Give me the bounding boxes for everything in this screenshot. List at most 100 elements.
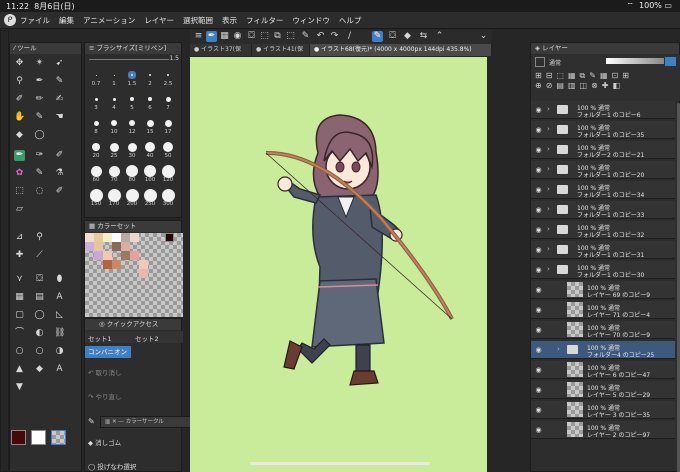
layer-row[interactable]: ◉ › 100 % 通常 フォルダー4 のコピー25: [531, 341, 675, 359]
layer-row[interactable]: ◉ › 100 % 通常 フォルダー1 のコピー34: [531, 181, 675, 199]
color-swatch[interactable]: [94, 233, 103, 242]
chat-tool-icon[interactable]: ◌: [34, 186, 45, 197]
object-tool-icon[interactable]: ➹: [54, 58, 65, 69]
eyedrop-tool-icon[interactable]: ✐: [54, 186, 65, 197]
brush-size-dot[interactable]: [111, 120, 117, 126]
layer-row[interactable]: ◉ 100 % 通常 レイヤー 3 のコピー35: [531, 401, 675, 419]
chevron-right-icon[interactable]: ›: [557, 345, 560, 353]
brush-size-dot[interactable]: [161, 188, 175, 202]
menu-view[interactable]: 表示: [222, 15, 237, 26]
pen-small-icon[interactable]: ✎: [88, 417, 95, 426]
eraser-icon[interactable]: ◆: [402, 31, 413, 42]
bucket-tool-icon[interactable]: ⛋: [34, 274, 45, 285]
chevron-right-icon[interactable]: ›: [547, 205, 550, 213]
color-swatch[interactable]: [103, 260, 112, 269]
color-swatch[interactable]: [112, 260, 121, 269]
pencil-tool-icon[interactable]: ✎: [54, 76, 65, 87]
marker-tool-icon[interactable]: ✏: [34, 94, 45, 105]
chevron-right-icon[interactable]: ›: [547, 165, 550, 173]
color-swatch[interactable]: [130, 251, 139, 260]
brush-tool-icon[interactable]: ✍: [54, 94, 65, 105]
brush-size-dot[interactable]: [130, 97, 134, 101]
plus-tool-icon[interactable]: ✚: [14, 250, 25, 261]
eye-icon[interactable]: ◉: [534, 106, 543, 114]
main-color-swatch[interactable]: [11, 430, 26, 445]
layer-action-icons[interactable]: ⊞⊟⬚▦⧉✎▦⊡⊞ ⊕⊘▤▥◫⊗✚◧: [535, 71, 677, 99]
link-tool-icon[interactable]: ⛓: [54, 328, 65, 339]
pencil-active-icon[interactable]: ✎: [372, 31, 383, 42]
doc-tab-1[interactable]: ● イラスト37(保: [190, 44, 252, 56]
transfer-icon[interactable]: ⇆: [418, 31, 429, 42]
color-swatch[interactable]: [121, 251, 130, 260]
layer-row[interactable]: ◉ › 100 % 通常 フォルダー2 のコピー21: [531, 141, 675, 159]
brush-size-dot[interactable]: [163, 142, 173, 152]
brush-size-dot[interactable]: [92, 143, 100, 151]
fill-icon[interactable]: ⛋: [246, 31, 257, 42]
color-swatch[interactable]: [139, 260, 148, 269]
eye-icon[interactable]: ◉: [534, 126, 543, 134]
brush-size-dot[interactable]: [108, 165, 120, 177]
eye-icon[interactable]: ◉: [534, 266, 543, 274]
layer-row[interactable]: ◉ 100 % 通常 レイヤー 2 のコピー97: [531, 421, 675, 439]
eye-icon[interactable]: ◉: [534, 186, 543, 194]
menu-selection[interactable]: 選択範囲: [183, 15, 213, 26]
color-swatch[interactable]: [85, 242, 94, 251]
small-eraser-icon[interactable]: ▱: [14, 204, 25, 215]
chevron-right-icon[interactable]: ›: [547, 145, 550, 153]
quick-lasso[interactable]: ◯ 投げなわ選択: [88, 461, 136, 471]
up-tool-icon[interactable]: ▲: [14, 364, 25, 375]
brush-size-slider[interactable]: 1.5: [89, 55, 179, 63]
menu-filter[interactable]: フィルター: [246, 15, 283, 26]
eye-icon[interactable]: ◉: [534, 426, 543, 434]
color-swatch[interactable]: [85, 233, 94, 242]
eye-icon[interactable]: ◉: [534, 146, 543, 154]
menu-icon[interactable]: ≡: [193, 31, 204, 42]
brush-size-dot[interactable]: [127, 142, 137, 152]
layer-row[interactable]: ◉ › 100 % 通常 フォルダー1 のコピー35: [531, 121, 675, 139]
color-swatch[interactable]: [139, 269, 148, 278]
layer-row[interactable]: ◉ 100 % 通常 レイヤー 6 のコピー47: [531, 361, 675, 379]
brush-size-dot[interactable]: [89, 188, 103, 202]
color-swatch[interactable]: [94, 242, 103, 251]
blend-mode-select[interactable]: 通常: [549, 58, 561, 67]
eye-icon[interactable]: ◉: [534, 206, 543, 214]
brush-size-dot[interactable]: [145, 142, 155, 152]
chevron-up-icon[interactable]: ⌃: [434, 31, 445, 42]
brush-size-dot[interactable]: [126, 165, 138, 177]
layer-panel-tab[interactable]: ◈ レイヤー: [531, 43, 679, 54]
frame-tool-icon[interactable]: ▦: [14, 292, 25, 303]
menu-file[interactable]: ファイル: [20, 15, 50, 26]
quick-redo[interactable]: ↷ やり直し: [88, 391, 122, 401]
brush-size-dot[interactable]: [90, 165, 102, 177]
pen-tool-icon[interactable]: ✒: [34, 76, 45, 87]
quick-set1-tab[interactable]: セット1: [88, 333, 112, 343]
transparent-color-swatch[interactable]: [51, 430, 66, 445]
color-circle-floating-bar[interactable]: ▥ ✕ — カラーサークル: [100, 416, 198, 428]
opacity-slider[interactable]: [606, 58, 664, 64]
quick-set2-tab[interactable]: セット2: [135, 333, 159, 343]
layer-row[interactable]: ◉ › 100 % 通常 フォルダー1 のコピー31: [531, 241, 675, 259]
menu-edit[interactable]: 編集: [59, 15, 74, 26]
pencil-alt-icon[interactable]: ✎: [34, 112, 45, 123]
layer-row[interactable]: ◉ › 100 % 通常 フォルダー1 のコピー6: [531, 101, 675, 119]
doc-tab-2[interactable]: ● イラスト41(保: [252, 44, 310, 56]
airbrush-tool-icon[interactable]: ✐: [54, 150, 65, 161]
circle-tool-icon[interactable]: ○: [14, 346, 25, 357]
ruler-tool-icon[interactable]: ⊿: [14, 232, 25, 243]
text2-tool-icon[interactable]: A: [54, 364, 65, 375]
selected-pen-tool-icon[interactable]: ✒: [14, 150, 25, 161]
layer-row[interactable]: ◉ 100 % 通常 レイヤー 69 のコピー9: [531, 281, 675, 299]
eye-icon[interactable]: ◉: [534, 306, 543, 314]
canvas[interactable]: [190, 57, 487, 472]
chevron-right-icon[interactable]: ›: [547, 125, 550, 133]
layer-row[interactable]: ◉ 100 % 通常 レイヤー 71 のコピー4: [531, 301, 675, 319]
curve-tool-icon[interactable]: ⌒: [14, 328, 25, 339]
eye-icon[interactable]: ◉: [534, 406, 543, 414]
menu-animation[interactable]: アニメーション: [83, 15, 135, 26]
select-tool-icon[interactable]: ⬚: [14, 186, 25, 197]
eye-icon[interactable]: ◉: [534, 286, 543, 294]
grid-icon[interactable]: ▦: [219, 31, 230, 42]
undo-icon[interactable]: ↶: [315, 31, 326, 42]
decoration-tool-icon[interactable]: ✿: [14, 168, 25, 179]
brush-size-dot[interactable]: [109, 142, 119, 152]
